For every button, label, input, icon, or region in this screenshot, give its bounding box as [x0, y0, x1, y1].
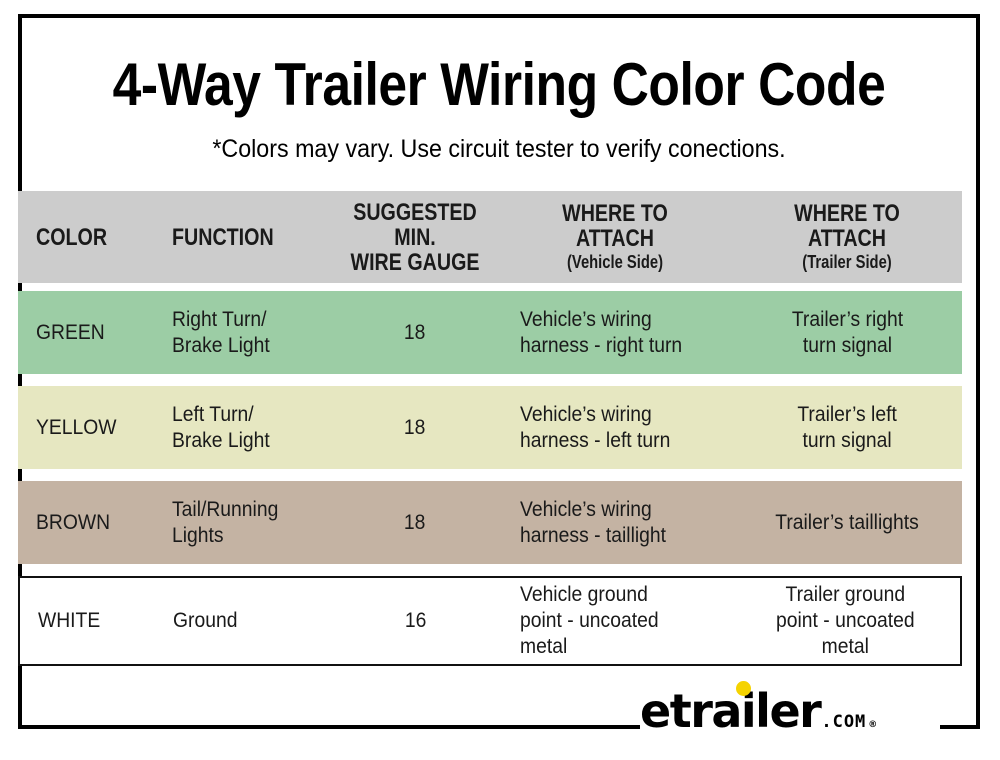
cell-function-text: Right Turn/ Brake Light	[172, 307, 270, 359]
cell-wire-gauge-value: 18	[404, 320, 426, 344]
cell-wire-gauge: 18	[326, 386, 504, 469]
wiring-color-code-table: COLOR FUNCTION SUGGESTED MIN. WIRE GAUGE…	[18, 191, 962, 666]
cell-function: Right Turn/ Brake Light	[166, 291, 326, 374]
cell-attach-vehicle-text: Vehicle’s wiring harness - right turn	[520, 307, 682, 359]
column-header-wire-gauge: SUGGESTED MIN. WIRE GAUGE	[326, 191, 504, 283]
cell-function-text: Ground	[173, 609, 238, 632]
cell-attach-vehicle-line2: harness - taillight	[520, 523, 667, 547]
column-header-color-label: COLOR	[36, 223, 108, 251]
cell-attach-vehicle: Vehicle ground point - uncoated metal	[504, 578, 731, 664]
column-header-function: FUNCTION	[166, 191, 326, 283]
cell-attach-vehicle: Vehicle’s wiring harness - left turn	[504, 386, 732, 469]
cell-attach-trailer: Trailer ground point - uncoated metal	[731, 578, 960, 664]
cell-attach-vehicle-text: Vehicle ground point - uncoated metal	[520, 582, 659, 660]
cell-attach-trailer-text: Trailer’s right turn signal	[791, 307, 902, 359]
cell-attach-trailer: Trailer’s taillights	[732, 481, 962, 564]
column-header-vehicle-main: WHERE TO ATTACH	[562, 200, 668, 252]
cell-attach-vehicle-line2: harness - left turn	[520, 428, 671, 452]
cell-color: BROWN	[18, 481, 166, 564]
column-header-where-to-attach-vehicle-label: WHERE TO ATTACH (Vehicle Side)	[524, 201, 706, 273]
cell-attach-vehicle: Vehicle’s wiring harness - taillight	[504, 481, 732, 564]
cell-attach-trailer: Trailer’s left turn signal	[732, 386, 962, 469]
table-row: GREEN Right Turn/ Brake Light 18 Vehicle…	[18, 291, 962, 374]
cell-function-line1: Right Turn/	[172, 307, 267, 331]
column-header-where-to-attach-trailer-label: WHERE TO ATTACH (Trailer Side)	[758, 201, 937, 273]
column-header-vehicle-sub: (Vehicle Side)	[567, 252, 663, 272]
cell-function-line2: Brake Light	[172, 333, 270, 357]
table-row: WHITE Ground 16 Vehicle ground point - u…	[18, 576, 962, 666]
column-header-trailer-main: WHERE TO ATTACH	[794, 200, 900, 252]
cell-function: Ground	[167, 578, 326, 664]
cell-function: Tail/Running Lights	[166, 481, 326, 564]
column-header-wire-gauge-label: SUGGESTED MIN. WIRE GAUGE	[347, 200, 483, 275]
cell-attach-trailer-line1: Trailer’s left	[797, 402, 897, 426]
logo-yellow-dot-icon	[736, 681, 751, 696]
cell-attach-trailer-line2: turn signal	[802, 428, 892, 452]
cell-wire-gauge-value: 18	[404, 510, 426, 534]
cell-attach-vehicle-line2: point - uncoated	[519, 609, 659, 632]
etrailer-tld: .COM	[821, 712, 867, 732]
table-header-row: COLOR FUNCTION SUGGESTED MIN. WIRE GAUGE…	[18, 191, 962, 283]
cell-attach-trailer-line3: metal	[821, 635, 870, 658]
cell-attach-vehicle: Vehicle’s wiring harness - right turn	[504, 291, 732, 374]
cell-attach-trailer-text: Trailer’s taillights	[775, 510, 919, 534]
cell-attach-trailer-text: Trailer’s left turn signal	[797, 402, 896, 454]
cell-color: YELLOW	[18, 386, 166, 469]
cell-attach-vehicle-text: Vehicle’s wiring harness - left turn	[520, 402, 670, 454]
cell-wire-gauge: 16	[327, 578, 504, 664]
cell-color-label: BROWN	[36, 510, 111, 534]
column-header-where-to-attach-trailer: WHERE TO ATTACH (Trailer Side)	[732, 191, 962, 283]
cell-wire-gauge: 18	[326, 481, 504, 564]
cell-function: Left Turn/ Brake Light	[166, 386, 326, 469]
heading-block: 4-Way Trailer Wiring Color Code *Colors …	[22, 18, 976, 164]
cell-wire-gauge-value: 18	[404, 415, 426, 439]
cell-attach-vehicle-line1: Vehicle’s wiring	[520, 307, 652, 331]
cell-wire-gauge-value: 16	[404, 609, 427, 632]
cell-attach-trailer-line1: Trailer ground	[785, 583, 906, 606]
column-header-where-to-attach-vehicle: WHERE TO ATTACH (Vehicle Side)	[504, 191, 732, 283]
registered-trademark-icon: ®	[868, 720, 877, 730]
cell-attach-vehicle-text: Vehicle’s wiring harness - taillight	[520, 497, 666, 549]
page-title: 4-Way Trailer Wiring Color Code	[112, 51, 886, 118]
cell-attach-vehicle-line3: metal	[519, 635, 568, 658]
column-header-function-label: FUNCTION	[172, 223, 274, 251]
cell-attach-vehicle-line2: harness - right turn	[520, 333, 683, 357]
cell-color: GREEN	[18, 291, 166, 374]
cell-function-line1: Left Turn/	[172, 402, 254, 426]
table-row: YELLOW Left Turn/ Brake Light 18 Vehicle…	[18, 386, 962, 469]
page-subtitle: *Colors may vary. Use circuit tester to …	[212, 135, 786, 163]
cell-attach-trailer-text: Trailer ground point - uncoated metal	[776, 582, 915, 660]
cell-attach-trailer-line1: Trailer’s right	[791, 307, 903, 331]
cell-function-line2: Lights	[172, 523, 224, 547]
cell-attach-vehicle-line1: Vehicle’s wiring	[520, 402, 652, 426]
cell-wire-gauge: 18	[326, 291, 504, 374]
table-row: BROWN Tail/Running Lights 18 Vehicle’s w…	[18, 481, 962, 564]
cell-attach-trailer: Trailer’s right turn signal	[732, 291, 962, 374]
cell-attach-vehicle-line1: Vehicle’s wiring	[520, 497, 652, 521]
etrailer-wordmark-text: etrailer	[640, 684, 822, 738]
cell-attach-vehicle-line1: Vehicle ground	[519, 583, 648, 606]
cell-color: WHITE	[20, 578, 167, 664]
brand-logo: etrailer .COM ®	[640, 681, 940, 744]
column-header-trailer-sub: (Trailer Side)	[802, 252, 892, 272]
column-header-color: COLOR	[18, 191, 166, 283]
cell-function-line2: Brake Light	[172, 428, 270, 452]
cell-function-line1: Tail/Running	[172, 497, 279, 521]
cell-function-text: Left Turn/ Brake Light	[172, 402, 270, 454]
cell-function-text: Tail/Running Lights	[172, 497, 278, 549]
cell-color-label: YELLOW	[36, 415, 117, 439]
cell-attach-trailer-line2: turn signal	[802, 333, 892, 357]
column-header-wire-gauge-line1: SUGGESTED MIN.	[353, 198, 477, 251]
etrailer-logo: etrailer .COM ®	[640, 681, 877, 748]
infographic-root: 4-Way Trailer Wiring Color Code *Colors …	[0, 0, 1000, 760]
column-header-wire-gauge-line2: WIRE GAUGE	[350, 248, 480, 276]
cell-attach-trailer-line2: point - uncoated	[776, 609, 915, 632]
cell-color-label: GREEN	[36, 320, 105, 344]
cell-color-label: WHITE	[38, 609, 101, 632]
etrailer-wordmark: etrailer	[640, 681, 822, 734]
